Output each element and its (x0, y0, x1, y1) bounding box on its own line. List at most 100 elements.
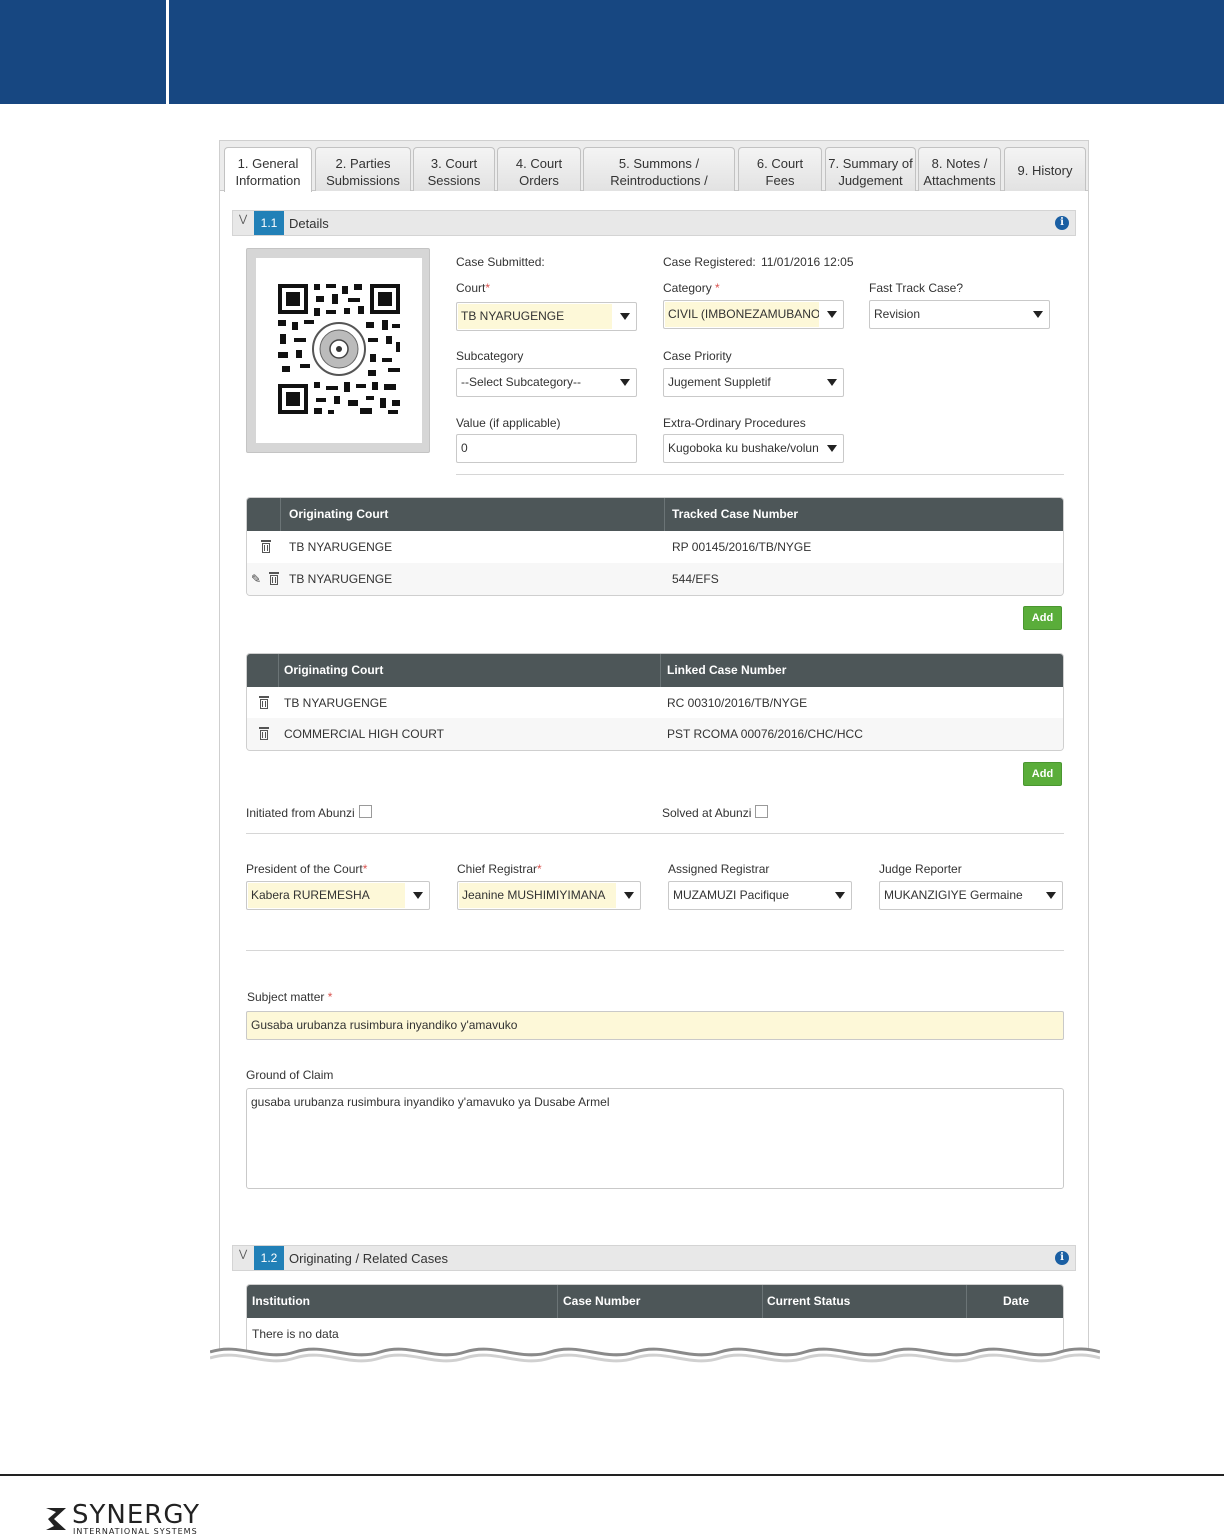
dropdown-arrow-icon (413, 892, 423, 899)
table-row[interactable]: TB NYARUGENGE RP 00145/2016/TB/NYGE (247, 531, 1063, 563)
assigned-registrar-select[interactable]: MUZAMUZI Pacifique (668, 881, 852, 910)
solved-abunzi-checkbox[interactable] (755, 805, 768, 818)
trash-icon[interactable] (269, 572, 279, 585)
president-select[interactable]: Kabera RUREMESHA (246, 881, 430, 910)
info-icon[interactable]: i (1055, 216, 1069, 230)
section-details-header[interactable]: ⋁ 1.1 Details i (232, 210, 1076, 236)
solved-abunzi-label: Solved at Abunzi (662, 806, 752, 820)
judge-reporter-label: Judge Reporter (879, 862, 962, 876)
tab-summons-reintroductions[interactable]: 5. Summons / Reintroductions / (583, 147, 735, 191)
section-number: 1.1 (254, 211, 284, 235)
trash-icon[interactable] (261, 540, 271, 553)
assigned-registrar-label: Assigned Registrar (668, 862, 770, 876)
case-registered-label: Case Registered: (663, 255, 756, 269)
judge-reporter-select[interactable]: MUKANZIGIYE Germaine (879, 881, 1063, 910)
trash-icon[interactable] (259, 696, 269, 709)
tab-summary-of-judgement[interactable]: 7. Summary of Judgement (825, 147, 916, 191)
category-select[interactable]: CIVIL (IMBONEZAMUBANO) (663, 300, 844, 329)
section-title: Originating / Related Cases (289, 1251, 448, 1266)
section-title: Details (289, 216, 329, 231)
value-label: Value (if applicable) (456, 416, 561, 430)
collapse-chevron-icon[interactable]: ⋁ (239, 1249, 247, 1260)
value-input[interactable]: 0 (456, 434, 637, 463)
column-header: Case Number (563, 1294, 641, 1308)
dropdown-arrow-icon (624, 892, 634, 899)
extra-ordinary-label: Extra-Ordinary Procedures (663, 416, 806, 430)
header-divider (166, 0, 169, 104)
column-header: Originating Court (284, 663, 384, 677)
dropdown-arrow-icon (835, 892, 845, 899)
case-priority-label: Case Priority (663, 349, 732, 363)
category-label: Category * (663, 281, 720, 295)
divider (246, 833, 1064, 834)
subject-matter-input[interactable]: Gusaba urubanza rusimbura inyandiko y'am… (246, 1011, 1064, 1040)
column-header: Originating Court (289, 507, 389, 521)
dropdown-arrow-icon (827, 379, 837, 386)
tab-court-sessions[interactable]: 3. Court Sessions (413, 147, 495, 191)
subject-matter-label: Subject matter * (247, 990, 333, 1004)
case-registered-value: 11/01/2016 12:05 (761, 255, 854, 269)
ground-of-claim-label: Ground of Claim (246, 1068, 334, 1082)
table-row[interactable]: ✎ TB NYARUGENGE 544/EFS (247, 563, 1063, 595)
fast-track-label: Fast Track Case? (869, 281, 964, 295)
initiated-abunzi-checkbox[interactable] (359, 805, 372, 818)
column-header: Date (1003, 1294, 1030, 1308)
footer-rule (0, 1474, 1224, 1476)
case-submitted-label: Case Submitted: (456, 255, 545, 269)
table-row[interactable]: COMMERCIAL HIGH COURT PST RCOMA 00076/20… (247, 718, 1063, 750)
column-header: Linked Case Number (667, 663, 787, 677)
add-linked-case-button[interactable]: Add (1023, 762, 1062, 786)
table-header: Originating Court Tracked Case Number (247, 498, 1063, 531)
torn-edge-decoration (210, 1347, 1100, 1388)
tab-bar: 1. General Information 2. Parties Submis… (220, 141, 1088, 192)
divider (246, 950, 1064, 951)
court-select[interactable]: TB NYARUGENGE (456, 302, 637, 331)
logo-wordmark: SYNERGY (72, 1500, 201, 1530)
collapse-chevron-icon[interactable]: ⋁ (239, 214, 247, 225)
linked-cases-table: Originating Court Linked Case Number TB … (246, 653, 1064, 751)
section-related-cases-header[interactable]: ⋁ 1.2 Originating / Related Cases i (232, 1245, 1076, 1271)
president-label: President of the Court* (246, 862, 368, 876)
tracked-cases-table: Originating Court Tracked Case Number TB… (246, 497, 1064, 596)
table-header: Originating Court Linked Case Number (247, 654, 1063, 687)
tab-general-information[interactable]: 1. General Information (224, 147, 312, 192)
ground-of-claim-textarea[interactable]: gusaba urubanza rusimbura inyandiko y'am… (246, 1088, 1064, 1189)
court-label: Court* (456, 281, 491, 295)
fast-track-select[interactable]: Revision (869, 300, 1050, 329)
divider (456, 474, 1064, 475)
section-number: 1.2 (254, 1246, 284, 1270)
column-header: Institution (252, 1294, 310, 1308)
tab-history[interactable]: 9. History (1004, 147, 1086, 191)
document-header-bar (0, 0, 1224, 104)
column-header: Tracked Case Number (672, 507, 799, 521)
dropdown-arrow-icon (1046, 892, 1056, 899)
chief-registrar-label: Chief Registrar* (457, 862, 542, 876)
qr-code-image (256, 258, 422, 443)
tab-parties-submissions[interactable]: 2. Parties Submissions (315, 147, 411, 191)
dropdown-arrow-icon (1033, 311, 1043, 318)
synergy-logo: SYNERGY INTERNATIONAL SYSTEMS (44, 1500, 204, 1538)
case-priority-select[interactable]: Jugement Suppletif (663, 368, 844, 397)
extra-ordinary-select[interactable]: Kugoboka ku bushake/voluntary (663, 434, 844, 463)
table-header: Institution Case Number Current Status D… (247, 1285, 1063, 1318)
logo-subtitle: INTERNATIONAL SYSTEMS (73, 1527, 198, 1536)
column-header: Current Status (767, 1294, 851, 1308)
dropdown-arrow-icon (827, 445, 837, 452)
subcategory-label: Subcategory (456, 349, 524, 363)
tab-notes-attachments[interactable]: 8. Notes / Attachments (918, 147, 1001, 191)
table-row[interactable]: TB NYARUGENGE RC 00310/2016/TB/NYGE (247, 687, 1063, 719)
subcategory-select[interactable]: --Select Subcategory-- (456, 368, 637, 397)
info-icon[interactable]: i (1055, 1251, 1069, 1265)
application-screenshot: 1. General Information 2. Parties Submis… (219, 140, 1089, 1380)
dropdown-arrow-icon (827, 311, 837, 318)
add-tracked-case-button[interactable]: Add (1023, 606, 1062, 630)
dropdown-arrow-icon (620, 313, 630, 320)
chief-registrar-select[interactable]: Jeanine MUSHIMIYIMANA (457, 881, 641, 910)
dropdown-arrow-icon (620, 379, 630, 386)
edit-pencil-icon[interactable]: ✎ (251, 572, 261, 586)
tab-court-orders[interactable]: 4. Court Orders (497, 147, 581, 191)
tab-court-fees[interactable]: 6. Court Fees (738, 147, 822, 191)
synergy-logo-mark-icon (46, 1508, 66, 1530)
qr-code-frame (246, 248, 430, 453)
trash-icon[interactable] (259, 727, 269, 740)
